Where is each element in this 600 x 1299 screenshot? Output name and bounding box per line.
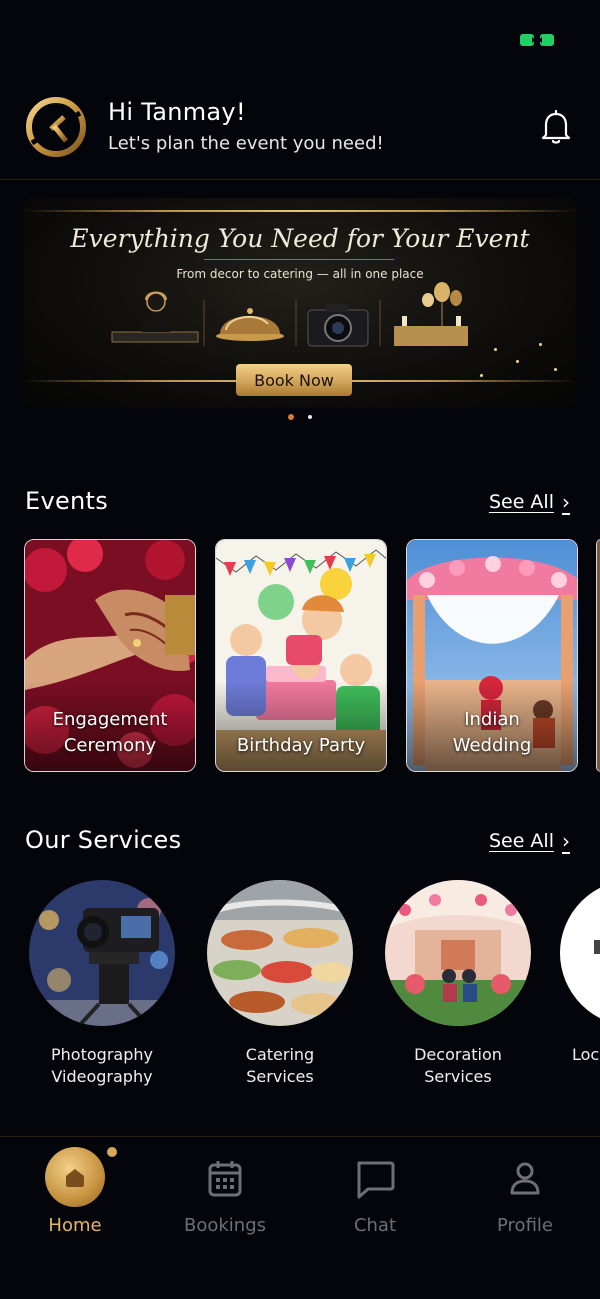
sparkle	[516, 360, 519, 363]
home-icon	[66, 1169, 84, 1187]
service-label: Loc	[560, 1044, 600, 1066]
nav-item-bookings[interactable]: Bookings	[150, 1137, 300, 1247]
banner-illustration	[111, 282, 468, 347]
event-card-partial[interactable]	[596, 539, 600, 772]
decoration-image	[385, 880, 531, 1026]
status-bar	[0, 0, 600, 80]
home-active-circle	[45, 1147, 105, 1207]
cloche-icon	[216, 308, 284, 341]
greeting-text: Hi Tanmay!	[108, 98, 246, 126]
chevron-right-icon: ›	[562, 490, 570, 514]
event-label-line: Engagement	[52, 709, 168, 730]
decor-icon	[394, 282, 468, 346]
service-label: Catering Services	[205, 1044, 355, 1088]
events-see-all-link[interactable]: See All ›	[489, 490, 570, 514]
see-all-label: See All	[488, 491, 554, 513]
service-label-line: Catering	[245, 1045, 315, 1064]
service-label-line: Loc	[572, 1045, 600, 1064]
banner-subtitle: From decor to catering — all in one plac…	[176, 267, 424, 281]
book-now-button[interactable]: Book Now	[236, 364, 352, 396]
service-label-line: Decoration	[414, 1045, 502, 1064]
carousel-dot[interactable]	[308, 415, 312, 419]
promo-banner[interactable]: Everything You Need for Your Event From …	[24, 198, 576, 408]
notification-badge	[107, 1147, 117, 1157]
calendar-icon	[208, 1161, 242, 1197]
sparkle	[539, 343, 542, 346]
carousel-indicator	[288, 414, 318, 422]
banner-divider	[204, 259, 394, 260]
chat-icon	[357, 1161, 395, 1199]
header: Hi Tanmay! Let's plan the event you need…	[0, 80, 600, 180]
nav-item-profile[interactable]: Profile	[450, 1137, 600, 1247]
banner-title: Everything You Need for Your Event	[70, 224, 530, 253]
nav-label: Chat	[353, 1215, 397, 1236]
service-label: Decoration Services	[383, 1044, 533, 1088]
event-label: Birthday Party	[216, 733, 386, 759]
partial-service-image	[560, 880, 600, 1026]
banner-top-line	[24, 210, 576, 212]
dj-icon	[111, 291, 199, 343]
event-card-indian-wedding[interactable]: Indian Wedding	[406, 539, 578, 772]
notification-bell-icon[interactable]	[536, 107, 576, 147]
nav-item-home[interactable]: Home	[0, 1137, 150, 1247]
bottom-nav: Home Bookings Chat Profile	[0, 1136, 600, 1299]
service-photography[interactable]: Photography Videography	[27, 880, 177, 1088]
sparkle	[554, 368, 557, 371]
user-icon	[510, 1162, 540, 1195]
nav-item-chat[interactable]: Chat	[300, 1137, 450, 1247]
event-label-line: Birthday Party	[236, 735, 366, 756]
partial-service-mark	[594, 940, 600, 954]
service-decoration[interactable]: Decoration Services	[383, 880, 533, 1088]
tagline-text: Let's plan the event you need!	[108, 133, 384, 154]
service-partial[interactable]: Loc	[560, 880, 600, 1066]
events-section-title: Events	[25, 487, 109, 515]
service-label-line: Services	[246, 1067, 314, 1086]
event-label-line: Ceremony	[63, 735, 157, 756]
sparkle	[480, 374, 483, 377]
service-catering[interactable]: Catering Services	[205, 880, 355, 1088]
event-label-line: Indian	[464, 709, 520, 730]
photography-image	[29, 880, 175, 1026]
event-card-birthday[interactable]: Birthday Party	[215, 539, 387, 772]
nav-label: Home	[48, 1215, 102, 1236]
sparkle	[494, 348, 497, 351]
event-label: Indian Wedding	[407, 707, 577, 759]
services-see-all-link[interactable]: See All ›	[489, 829, 570, 853]
nav-label: Bookings	[183, 1215, 266, 1236]
event-label: Engagement Ceremony	[25, 707, 195, 759]
camera-icon	[307, 304, 369, 347]
chevron-right-icon: ›	[562, 829, 570, 853]
catering-image	[207, 880, 353, 1026]
event-card-engagement[interactable]: Engagement Ceremony	[24, 539, 196, 772]
nav-label: Profile	[497, 1215, 553, 1236]
service-label: Photography Videography	[27, 1044, 177, 1088]
services-section-title: Our Services	[25, 826, 182, 854]
service-label-line: Services	[424, 1067, 492, 1086]
carousel-dot-active[interactable]	[288, 414, 294, 420]
brand-logo	[26, 97, 86, 157]
service-label-line: Photography	[51, 1045, 153, 1064]
battery-icon	[520, 34, 554, 46]
event-label-line: Wedding	[452, 735, 532, 756]
service-label-line: Videography	[51, 1067, 153, 1086]
see-all-label: See All	[488, 830, 554, 852]
